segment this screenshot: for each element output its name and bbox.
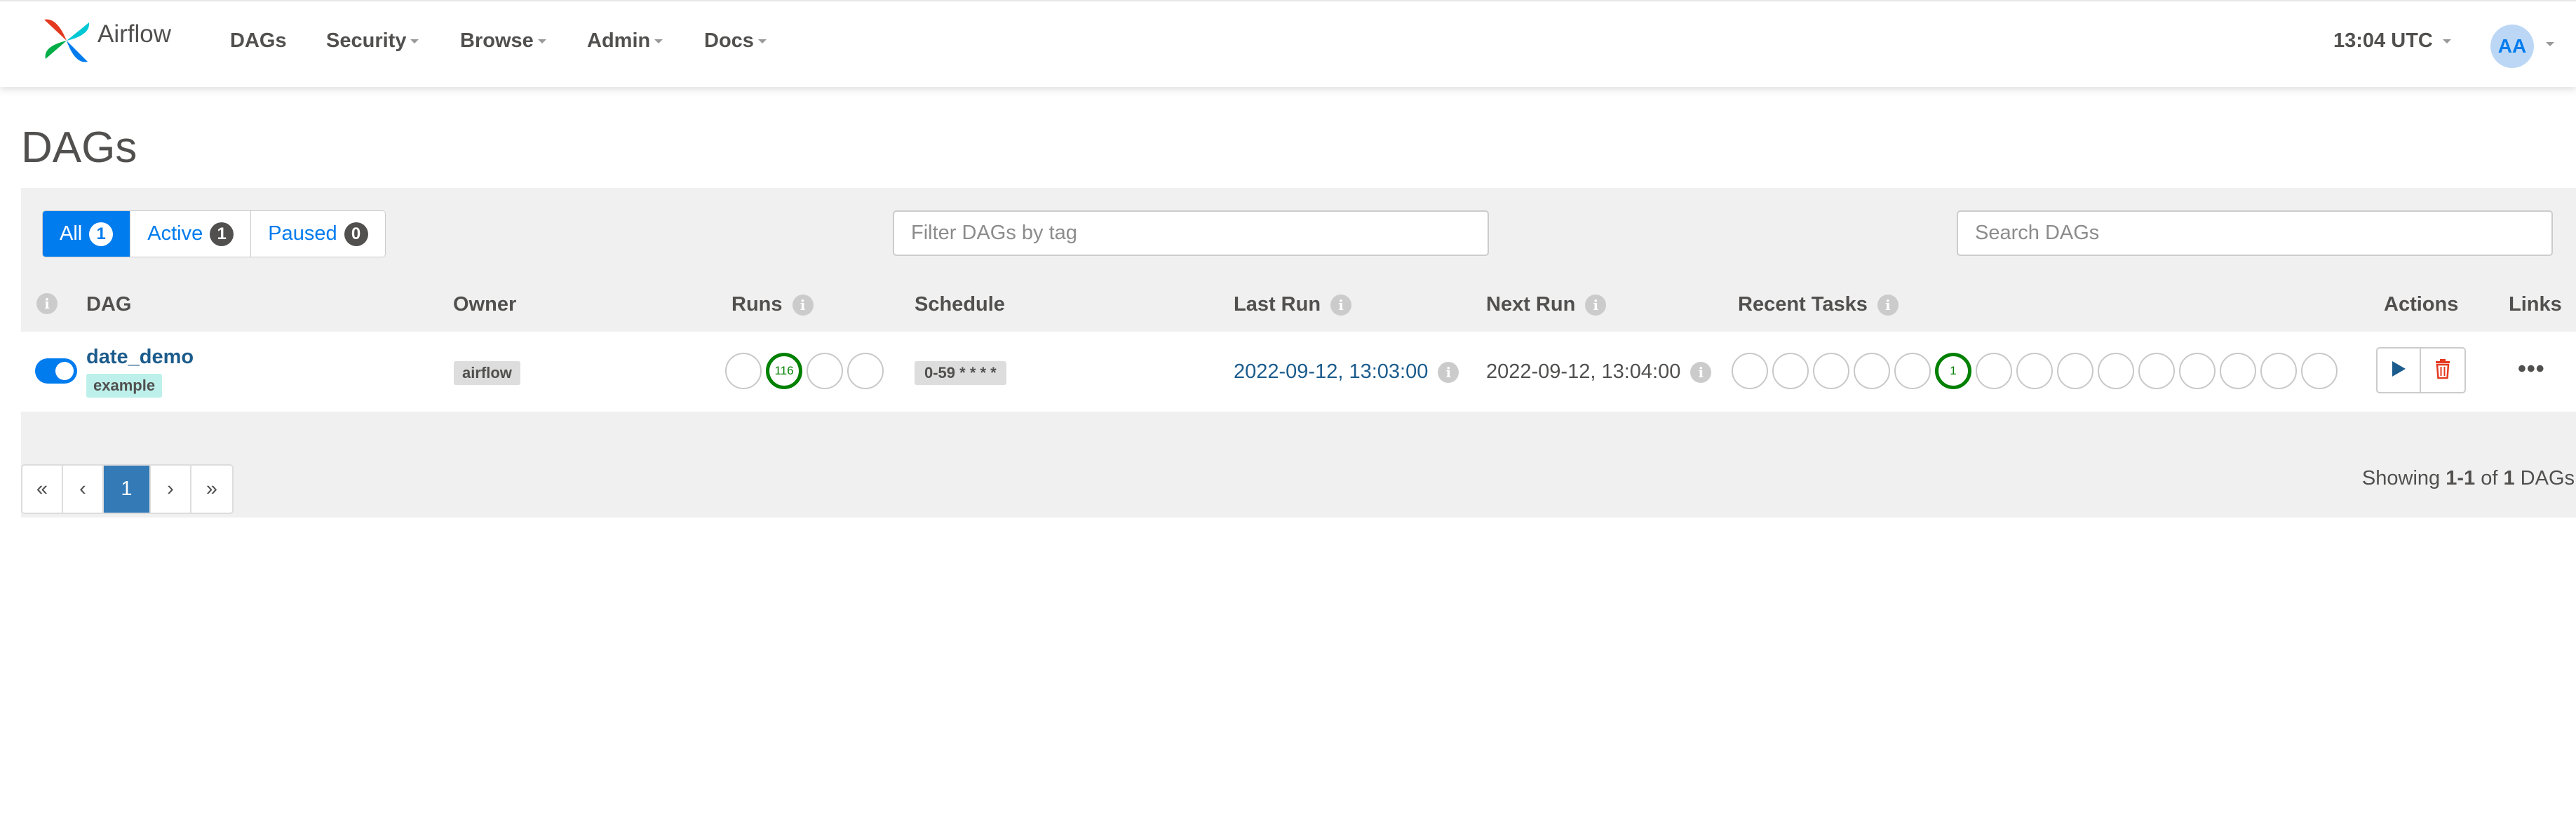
task-state-circle[interactable] [1772, 353, 1809, 389]
task-state-circle[interactable] [2138, 353, 2175, 389]
filter-all-button[interactable]: All 1 [43, 211, 131, 257]
play-icon [2390, 360, 2407, 381]
page-title: DAGs [21, 123, 137, 172]
next-run-value: 2022-09-12, 13:04:00 [1486, 360, 1681, 383]
task-state-circle[interactable] [1894, 353, 1931, 389]
task-state-circle[interactable] [2301, 353, 2338, 389]
table-row: date_demo example airflow 116 0-59 * * *… [21, 332, 2576, 412]
next-run: 2022-09-12, 13:04:00 i [1486, 360, 1712, 384]
header-last-run: Last Run i [1234, 293, 1352, 316]
task-state-circle[interactable] [1732, 353, 1768, 389]
task-state-circle[interactable] [2057, 353, 2093, 389]
pagination: « ‹ 1 › » [21, 464, 234, 514]
header-links: Links [2509, 293, 2562, 316]
run-state-circle[interactable] [847, 353, 884, 389]
last-run: 2022-09-12, 13:03:00 i [1234, 360, 1459, 384]
info-icon[interactable]: i [1585, 294, 1607, 316]
info-icon[interactable]: i [1690, 361, 1712, 383]
page-first-button[interactable]: « [22, 466, 63, 513]
trash-icon [2434, 358, 2451, 383]
all-count-badge: 1 [89, 222, 114, 246]
filter-paused-button[interactable]: Paused 0 [251, 211, 385, 257]
page-current-button[interactable]: 1 [104, 466, 151, 513]
nav-admin[interactable]: Admin [587, 29, 663, 53]
showing-count: Showing 1-1 of 1 DAGs [2361, 467, 2575, 489]
page-prev-button[interactable]: ‹ [63, 466, 104, 513]
more-links-icon[interactable]: ••• [2518, 356, 2545, 383]
clock-dropdown[interactable]: 13:04 UTC [2333, 29, 2451, 53]
brand-link[interactable]: Airflow [40, 14, 171, 70]
chevron-down-icon [654, 39, 663, 44]
last-run-link[interactable]: 2022-09-12, 13:03:00 [1234, 360, 1428, 384]
paused-count-badge: 0 [344, 222, 368, 246]
user-avatar[interactable]: AA [2490, 25, 2534, 68]
info-icon[interactable]: i [36, 293, 58, 314]
info-icon[interactable]: i [1330, 294, 1352, 316]
dags-panel: All 1 Active 1 Paused 0 i DAG Owner Runs… [21, 188, 2576, 518]
chevron-down-icon [410, 39, 419, 44]
dag-pause-toggle[interactable] [35, 358, 77, 384]
task-state-circle[interactable] [1854, 353, 1890, 389]
header-actions: Actions [2384, 293, 2459, 316]
info-icon[interactable]: i [1877, 294, 1899, 316]
task-state-circle-success[interactable]: 1 [1935, 353, 1971, 389]
chevron-down-icon [2442, 39, 2451, 44]
header-info[interactable]: i [36, 293, 58, 314]
task-state-circle[interactable] [1813, 353, 1849, 389]
run-state-circle[interactable] [725, 353, 762, 389]
task-state-circle[interactable] [2260, 353, 2297, 389]
navbar: Airflow DAGs Security Browse Admin Docs … [0, 0, 2576, 87]
nav-browse[interactable]: Browse [460, 29, 546, 53]
nav-docs[interactable]: Docs [704, 29, 767, 53]
nav-dags[interactable]: DAGs [230, 29, 287, 53]
schedule-label: 0-59 * * * * [915, 361, 1006, 385]
dag-id-link[interactable]: date_demo [86, 346, 194, 369]
page-last-button[interactable]: » [191, 466, 232, 513]
nav-security[interactable]: Security [326, 29, 419, 53]
chevron-down-icon [757, 39, 767, 44]
task-state-circle[interactable] [2016, 353, 2053, 389]
task-state-circle[interactable] [2220, 353, 2256, 389]
info-icon[interactable]: i [792, 294, 814, 316]
trigger-dag-button[interactable] [2376, 347, 2421, 393]
user-menu-chevron-icon[interactable] [2546, 42, 2554, 46]
tag-filter-input[interactable] [893, 210, 1489, 256]
header-dag[interactable]: DAG [86, 293, 131, 316]
run-state-circle[interactable] [807, 353, 843, 389]
filter-active-button[interactable]: Active 1 [130, 211, 252, 257]
task-state-circle[interactable] [2179, 353, 2216, 389]
delete-dag-button[interactable] [2421, 347, 2466, 393]
search-dags-input[interactable] [1957, 210, 2553, 256]
status-filter-group: All 1 Active 1 Paused 0 [42, 210, 386, 257]
owner-label[interactable]: airflow [454, 361, 520, 385]
task-state-circle[interactable] [1976, 353, 2012, 389]
header-owner[interactable]: Owner [453, 293, 516, 316]
dag-tag[interactable]: example [86, 374, 163, 398]
brand-name: Airflow [97, 20, 172, 48]
active-count-badge: 1 [210, 222, 234, 246]
task-state-circle[interactable] [2098, 353, 2134, 389]
header-recent-tasks: Recent Tasks i [1738, 293, 1899, 316]
run-state-circle-success[interactable]: 116 [766, 353, 802, 389]
header-runs: Runs i [731, 293, 814, 316]
page-next-button[interactable]: › [151, 466, 191, 513]
chevron-down-icon [537, 39, 546, 44]
header-next-run[interactable]: Next Run i [1486, 293, 1607, 316]
airflow-logo-icon [40, 14, 93, 71]
header-schedule: Schedule [915, 293, 1005, 316]
info-icon[interactable]: i [1438, 361, 1459, 383]
